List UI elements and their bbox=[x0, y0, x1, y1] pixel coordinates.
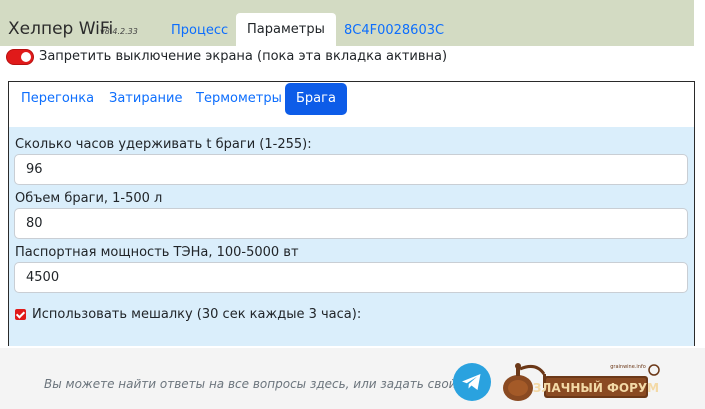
screen-lock-label: Запретить выключение экрана (пока эта вк… bbox=[39, 49, 448, 64]
telegram-plane-icon bbox=[462, 374, 481, 390]
tab-device-id[interactable]: 8C4F0028603C bbox=[344, 23, 444, 38]
toggle-knob bbox=[21, 52, 31, 62]
subtab-thermometers[interactable]: Термометры bbox=[196, 91, 282, 106]
footer-text: Вы можете найти ответы на все вопросы зд… bbox=[44, 377, 461, 391]
subtab-distillation[interactable]: Перегонка bbox=[21, 91, 94, 106]
forum-logo-small-text: grainwine.info bbox=[610, 364, 646, 370]
app-version: v8.4.2.33 bbox=[100, 27, 138, 36]
forum-logo-text: ЗЛАЧНЫЙ ФОРУМ bbox=[533, 380, 659, 395]
app-brand: Хелпер WiFi bbox=[8, 19, 114, 39]
subtab-mashing[interactable]: Затирание bbox=[109, 91, 183, 106]
footer: Вы можете найти ответы на все вопросы зд… bbox=[0, 348, 705, 409]
tab-process[interactable]: Процесс bbox=[171, 23, 228, 38]
settings-panel: Перегонка Затирание Термометры Брага Ско… bbox=[8, 81, 695, 346]
screen-lock-toggle[interactable] bbox=[6, 49, 34, 65]
mixer-checkbox[interactable] bbox=[15, 309, 26, 320]
sub-tabs: Перегонка Затирание Термометры Брага bbox=[9, 82, 694, 128]
volume-label: Объем браги, 1-500 л bbox=[15, 191, 163, 206]
wash-form: Сколько часов удерживать t браги (1-255)… bbox=[9, 127, 694, 346]
forum-logo[interactable]: ЗЛАЧНЫЙ ФОРУМ grainwine.info bbox=[500, 360, 660, 404]
telegram-icon[interactable] bbox=[453, 363, 491, 401]
hold-hours-input[interactable] bbox=[14, 154, 688, 185]
hold-hours-label: Сколько часов удерживать t браги (1-255)… bbox=[15, 137, 312, 152]
power-label: Паспортная мощность ТЭНа, 100-5000 вт bbox=[15, 245, 299, 260]
tab-parameters[interactable]: Параметры bbox=[236, 13, 336, 46]
forum-logo-graphic: ЗЛАЧНЫЙ ФОРУМ grainwine.info bbox=[503, 363, 660, 401]
volume-input[interactable] bbox=[14, 208, 688, 239]
mixer-label: Использовать мешалку (30 сек каждые 3 ча… bbox=[32, 307, 362, 322]
subtab-wash[interactable]: Брага bbox=[285, 83, 347, 115]
top-navbar: Хелпер WiFi v8.4.2.33 Процесс Параметры … bbox=[0, 0, 694, 46]
power-input[interactable] bbox=[14, 262, 688, 293]
